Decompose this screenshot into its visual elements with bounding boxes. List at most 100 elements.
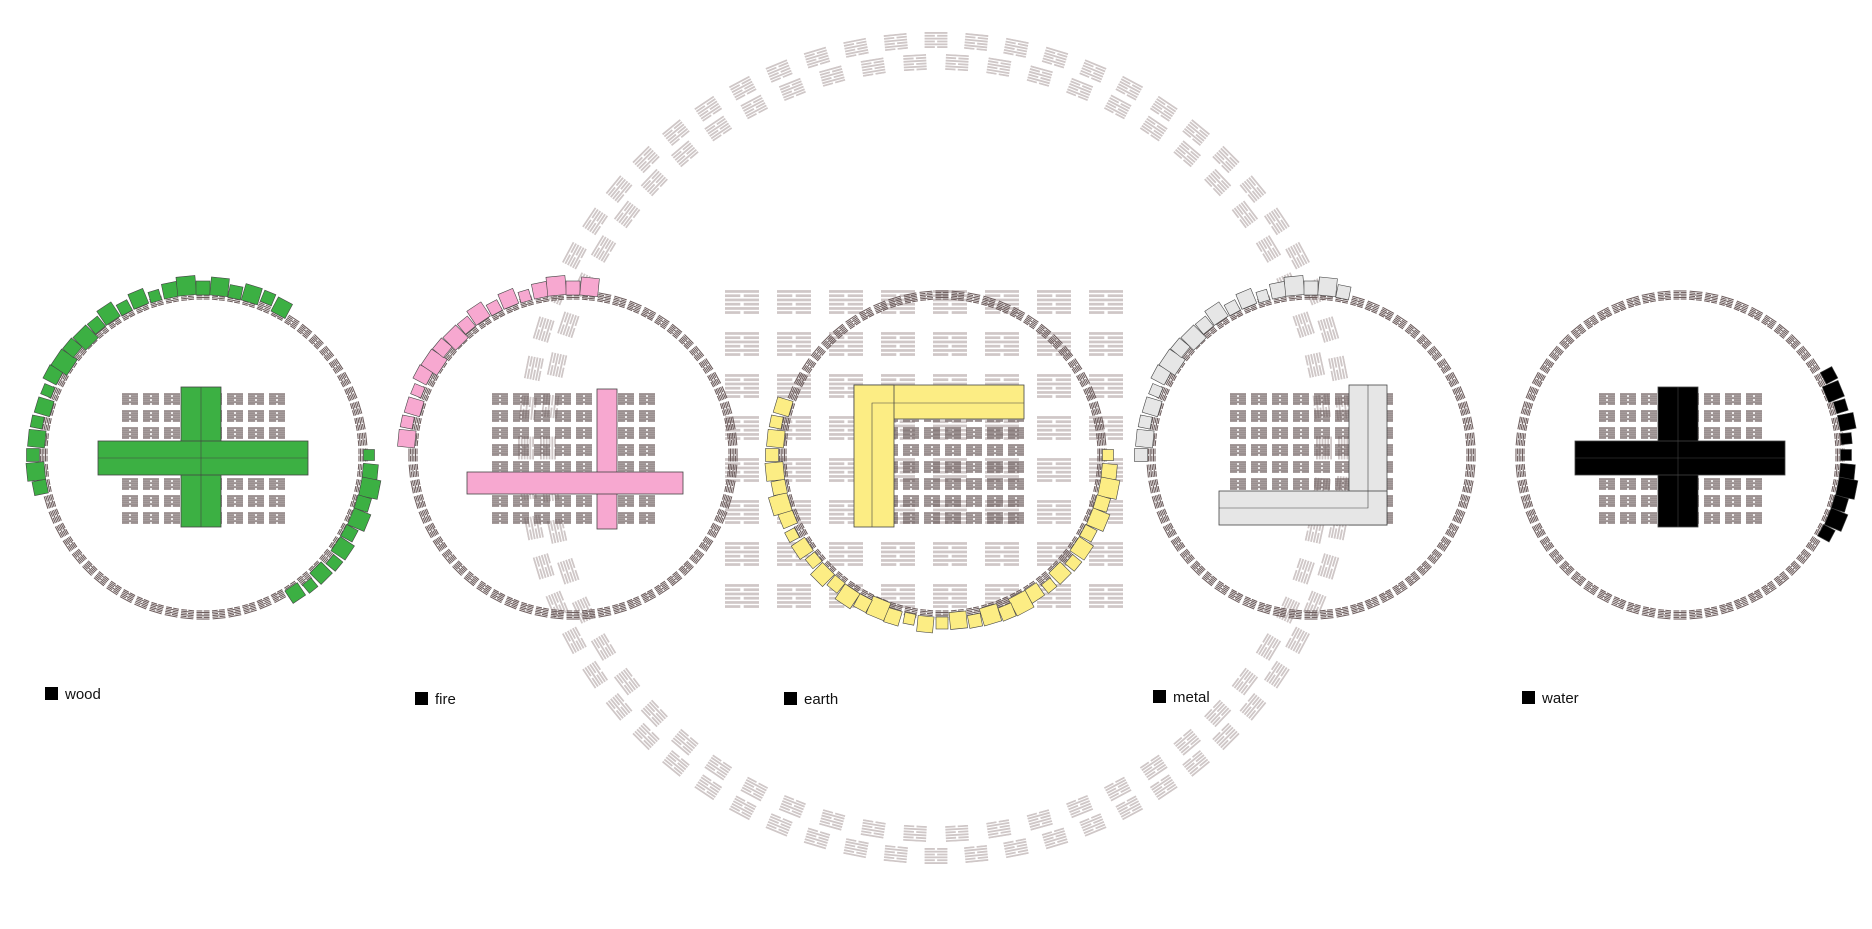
element-marker xyxy=(565,280,581,296)
hexagram-glyph xyxy=(1445,371,1460,388)
legend-label: water xyxy=(1541,690,1579,707)
legend-swatch xyxy=(1153,690,1166,703)
background-hexagram xyxy=(945,53,969,72)
hexagram-glyph xyxy=(1515,448,1525,462)
overlay-bar xyxy=(853,384,895,528)
background-hexagram xyxy=(1041,46,1069,69)
background-hexagram xyxy=(1212,145,1240,174)
grid-hexagram xyxy=(248,427,264,439)
background-hexagram xyxy=(924,32,948,48)
background-hexagram xyxy=(1149,95,1178,122)
background-hexagram xyxy=(986,57,1012,77)
hexagram-glyph xyxy=(1718,295,1734,309)
hexagram-glyph xyxy=(1773,323,1790,339)
grid-hexagram xyxy=(903,444,919,456)
grid-hexagram xyxy=(513,461,529,473)
grid-hexagram xyxy=(164,512,180,524)
grid-hexagram xyxy=(618,393,634,405)
hexagram-glyph xyxy=(888,295,904,309)
grid-hexagram xyxy=(1746,512,1762,524)
hexagram-glyph xyxy=(1805,535,1821,552)
hexagram-glyph xyxy=(226,606,242,618)
grid-hexagram xyxy=(1641,495,1657,507)
background-hexagram xyxy=(778,794,806,819)
background-hexagram xyxy=(1149,774,1178,801)
hexagram-glyph xyxy=(337,371,352,388)
hexagram-glyph xyxy=(1404,571,1421,587)
grid-hexagram xyxy=(966,444,982,456)
hexagram-glyph xyxy=(1162,522,1177,539)
background-hexagram xyxy=(1263,660,1290,689)
hexagram-glyph xyxy=(519,601,535,615)
grid-hexagram xyxy=(227,478,243,490)
hexagram-glyph xyxy=(666,323,683,339)
grid-hexagram xyxy=(1272,461,1288,473)
hexagram-glyph xyxy=(1151,493,1165,509)
hexagram-glyph xyxy=(1539,358,1555,375)
grid-hexagram xyxy=(1251,478,1267,490)
element-marker xyxy=(363,449,375,461)
hexagram-glyph xyxy=(653,314,670,330)
element-marker xyxy=(302,577,319,594)
element-marker xyxy=(1840,449,1852,461)
background-hexagram xyxy=(1182,119,1211,147)
hexagram-glyph xyxy=(1570,571,1587,587)
hexagram-glyph xyxy=(1067,358,1083,375)
hexagram-glyph xyxy=(308,334,324,350)
background-hexagram xyxy=(670,140,699,168)
hexagram-glyph xyxy=(1391,580,1408,596)
grid-hexagram xyxy=(143,393,159,405)
grid-hexagram xyxy=(164,495,180,507)
grid-hexagram xyxy=(1746,410,1762,422)
hexagram-glyph xyxy=(71,548,87,565)
hexagram-glyph xyxy=(1457,401,1471,417)
background-hexagram xyxy=(1066,77,1094,102)
legend-swatch xyxy=(1522,691,1535,704)
grid-hexagram xyxy=(966,427,982,439)
hexagram-glyph xyxy=(698,358,714,375)
background-grid-hexagram xyxy=(725,290,759,314)
hexagram-glyph xyxy=(1805,358,1821,375)
background-hexagram xyxy=(704,754,733,781)
hexagram-glyph xyxy=(1570,323,1587,339)
element-marker xyxy=(31,478,49,496)
grid-hexagram xyxy=(164,427,180,439)
background-hexagram xyxy=(1139,115,1168,142)
background-hexagram xyxy=(1292,311,1315,339)
grid-hexagram xyxy=(248,512,264,524)
background-hexagram xyxy=(1066,794,1094,819)
grid-hexagram xyxy=(492,410,508,422)
hexagram-glyph xyxy=(1733,300,1749,314)
grid-hexagram xyxy=(1599,410,1615,422)
background-hexagram xyxy=(561,626,587,655)
background-grid-hexagram xyxy=(1037,458,1071,482)
panel-fire xyxy=(397,275,738,620)
hexagram-glyph xyxy=(1796,548,1812,565)
grid-hexagram xyxy=(1704,478,1720,490)
legend-swatch xyxy=(415,692,428,705)
grid-hexagram xyxy=(1725,495,1741,507)
hexagram-glyph xyxy=(1436,535,1452,552)
hexagram-glyph xyxy=(1364,300,1380,314)
background-grid-hexagram xyxy=(725,332,759,356)
hexagram-glyph xyxy=(1548,548,1564,565)
grid-hexagram xyxy=(987,444,1003,456)
hexagram-glyph xyxy=(106,580,123,596)
hexagram-glyph xyxy=(93,571,110,587)
background-hexagram xyxy=(964,32,989,52)
element-marker xyxy=(1134,448,1148,462)
grid-hexagram xyxy=(227,495,243,507)
background-hexagram xyxy=(1173,140,1202,168)
grid-hexagram xyxy=(1230,427,1246,439)
legend-label: earth xyxy=(804,691,838,708)
element-marker xyxy=(1303,280,1319,296)
grid-hexagram xyxy=(1293,393,1309,405)
element-marker xyxy=(784,527,800,543)
background-hexagram xyxy=(924,848,948,864)
hexagram-glyph xyxy=(1416,560,1432,576)
hexagram-glyph xyxy=(1718,601,1734,615)
grid-hexagram xyxy=(492,427,508,439)
background-hexagram xyxy=(546,518,568,544)
grid-hexagram xyxy=(143,478,159,490)
hexagram-glyph xyxy=(1190,560,1206,576)
